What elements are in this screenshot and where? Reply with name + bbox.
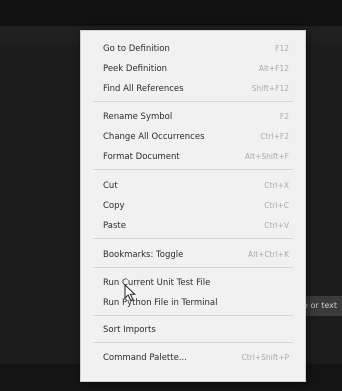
- menu-item-change-all-occurrences[interactable]: Change All Occurrences Ctrl+F2: [81, 128, 305, 146]
- menu-item-format-document[interactable]: Format Document Alt+Shift+F: [81, 148, 305, 166]
- editor-window: e or text Go to Definition F12 Peek Defi…: [0, 0, 342, 391]
- menu-separator: [93, 101, 293, 102]
- menu-item-cut[interactable]: Cut Ctrl+X: [81, 177, 305, 195]
- menu-item-shortcut: Ctrl+F2: [260, 132, 289, 141]
- menu-item-label: Run Python File in Terminal: [103, 298, 218, 308]
- mouse-pointer-icon: [124, 284, 137, 302]
- menu-item-label: Bookmarks: Toggle: [103, 250, 184, 260]
- menu-separator: [93, 267, 293, 268]
- menu-item-label: Peek Definition: [103, 64, 168, 74]
- menu-item-go-to-definition[interactable]: Go to Definition F12: [81, 40, 305, 58]
- menu-item-sort-imports[interactable]: Sort Imports: [81, 321, 305, 339]
- menu-separator: [93, 169, 293, 170]
- menu-item-label: Sort Imports: [103, 325, 156, 335]
- editor-context-menu: Go to Definition F12 Peek Definition Alt…: [80, 30, 306, 382]
- menu-item-shortcut: F12: [275, 44, 289, 53]
- menu-item-run-python-file-in-terminal[interactable]: Run Python File in Terminal: [81, 294, 305, 312]
- menu-item-bookmarks-toggle[interactable]: Bookmarks: Toggle Alt+Ctrl+K: [81, 246, 305, 264]
- menu-separator: [93, 238, 293, 239]
- title-bar: [0, 0, 342, 26]
- menu-item-shortcut: F2: [279, 112, 289, 121]
- menu-item-shortcut: Alt+Ctrl+K: [248, 250, 289, 259]
- menu-item-label: Command Palette...: [103, 353, 187, 363]
- menu-item-shortcut: Ctrl+V: [264, 221, 289, 230]
- menu-item-shortcut: Ctrl+X: [264, 181, 289, 190]
- menu-item-label: Cut: [103, 181, 118, 191]
- menu-item-label: Copy: [103, 201, 125, 211]
- menu-item-find-all-references[interactable]: Find All References Shift+F12: [81, 80, 305, 98]
- menu-item-copy[interactable]: Copy Ctrl+C: [81, 197, 305, 215]
- menu-item-label: Find All References: [103, 84, 184, 94]
- menu-item-label: Format Document: [103, 152, 180, 162]
- menu-item-label: Change All Occurrences: [103, 132, 205, 142]
- menu-item-label: Go to Definition: [103, 44, 170, 54]
- menu-item-peek-definition[interactable]: Peek Definition Alt+F12: [81, 60, 305, 78]
- menu-item-paste[interactable]: Paste Ctrl+V: [81, 217, 305, 235]
- menu-item-label: Run Current Unit Test File: [103, 278, 211, 288]
- menu-item-shortcut: Alt+Shift+F: [244, 152, 289, 161]
- menu-item-run-current-unit-test-file[interactable]: Run Current Unit Test File: [81, 274, 305, 292]
- menu-item-command-palette[interactable]: Command Palette... Ctrl+Shift+P: [81, 349, 305, 367]
- menu-item-rename-symbol[interactable]: Rename Symbol F2: [81, 108, 305, 126]
- menu-item-label: Paste: [103, 221, 126, 231]
- menu-item-shortcut: Alt+F12: [258, 64, 289, 73]
- menu-item-shortcut: Shift+F12: [251, 84, 289, 93]
- menu-item-shortcut: Ctrl+C: [264, 201, 289, 210]
- background-hint-text: e or text: [300, 296, 342, 316]
- menu-separator: [93, 315, 293, 316]
- menu-separator: [93, 342, 293, 343]
- menu-item-shortcut: Ctrl+Shift+P: [241, 353, 289, 362]
- menu-item-label: Rename Symbol: [103, 112, 173, 122]
